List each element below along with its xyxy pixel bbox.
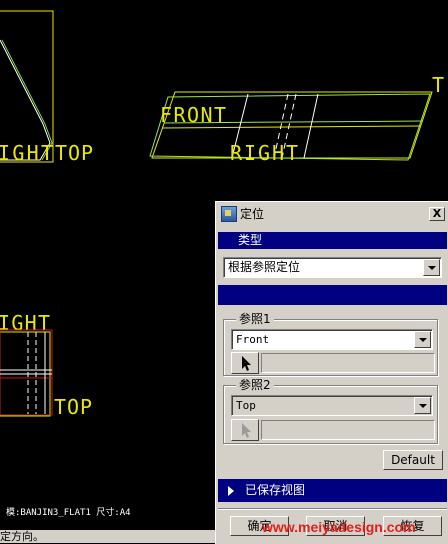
reference-2-group: 参照2 Top <box>223 378 438 444</box>
type-select[interactable]: 根据参照定位 <box>223 257 442 278</box>
expand-triangle-icon[interactable] <box>228 486 234 496</box>
dialog-title: 定位 <box>240 207 265 221</box>
chevron-down-icon[interactable] <box>414 331 431 348</box>
chevron-down-icon[interactable] <box>423 259 440 276</box>
reference-1-pick-button[interactable] <box>231 352 259 374</box>
reference-2-select[interactable]: Top <box>231 395 433 416</box>
arrow-cursor-icon <box>242 423 251 438</box>
datum-plane-edge <box>0 10 54 163</box>
reference-1-group: 参照1 Front <box>223 312 438 376</box>
divider <box>218 508 447 510</box>
reference-2-collector[interactable] <box>261 420 435 440</box>
top-label-upper: TOP <box>55 141 93 165</box>
chevron-down-icon[interactable] <box>414 397 431 414</box>
app-icon <box>221 205 237 222</box>
info-bar <box>218 285 447 305</box>
front-label: FRONT <box>160 103 226 127</box>
part-outline <box>0 329 53 416</box>
default-button[interactable]: Default <box>383 450 443 470</box>
reference-2-pick-button[interactable] <box>231 419 259 441</box>
type-header: 类型 <box>218 232 447 249</box>
ight-label-upper: IGHT <box>0 141 53 165</box>
orientation-dialog: 定位 X 类型 根据参照定位 参照1 Front 参照2 Top Default <box>215 201 448 544</box>
right-label: RIGHT <box>230 141 298 165</box>
saved-views-label: 已保存视图 <box>245 483 306 497</box>
saved-views-bar[interactable]: 已保存视图 <box>218 479 447 502</box>
ight-label-lower: IGHT <box>0 311 50 335</box>
type-header-label: 类型 <box>238 233 263 247</box>
dialog-title-bar[interactable]: 定位 X <box>218 204 448 223</box>
close-button[interactable]: X <box>429 207 445 221</box>
type-select-value: 根据参照定位 <box>228 260 301 274</box>
arrow-cursor-icon <box>242 356 251 371</box>
reference-2-label: 参照2 <box>236 378 274 392</box>
top-label-edge: T <box>432 73 444 97</box>
bend-line <box>303 93 319 159</box>
reference-2-value: Top <box>236 399 256 412</box>
message-line: 定方向。 <box>0 530 215 543</box>
reference-1-select[interactable]: Front <box>231 329 433 350</box>
watermark: www.meiyadesign.com <box>262 519 416 535</box>
reference-1-label: 参照1 <box>236 312 274 326</box>
reference-1-value: Front <box>236 333 270 346</box>
reference-1-collector[interactable] <box>261 353 435 373</box>
model-info: 模:BANJIN3_FLAT1 尺寸:A4 <box>6 508 131 518</box>
top-label-lower: TOP <box>54 395 92 419</box>
